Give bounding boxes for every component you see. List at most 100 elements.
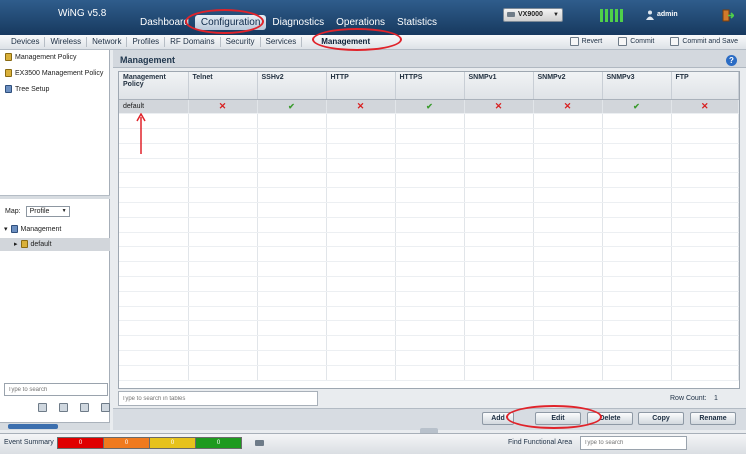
subnav-wireless[interactable]: Wireless: [45, 37, 88, 47]
empty-cell: [395, 232, 465, 248]
column-header[interactable]: SNMPv2: [533, 72, 603, 100]
column-header[interactable]: SNMPv1: [464, 72, 534, 100]
subnav-security[interactable]: Security: [221, 37, 261, 47]
nav-dashboard[interactable]: Dashboard: [134, 17, 195, 30]
user-name[interactable]: admin: [657, 11, 678, 18]
empty-cell: [602, 217, 672, 233]
empty-cell: [671, 291, 739, 307]
edit-button[interactable]: Edit: [535, 412, 581, 425]
find-functional-area-input[interactable]: [580, 436, 687, 450]
tree-item-ex3500-management-policy[interactable]: EX3500 Management Policy: [5, 69, 103, 77]
event-count-error[interactable]: 0: [103, 437, 150, 449]
add-button[interactable]: Add: [482, 412, 514, 425]
empty-cell: [671, 350, 739, 366]
subnav-services[interactable]: Services: [261, 37, 303, 47]
subnav-network[interactable]: Network: [87, 37, 128, 47]
app-title: WiNG v5.8: [58, 8, 107, 19]
empty-cell: [326, 276, 396, 292]
commit-button[interactable]: Commit: [618, 37, 654, 46]
column-header[interactable]: FTP: [671, 72, 739, 100]
empty-cell: [257, 217, 327, 233]
rename-button[interactable]: Rename: [690, 412, 736, 425]
copy-icon[interactable]: [80, 403, 89, 412]
revert-button[interactable]: Revert: [569, 37, 602, 46]
subnav-rf-domains[interactable]: RF Domains: [165, 37, 221, 47]
left-scrollbar[interactable]: [0, 422, 110, 430]
table-row: [119, 350, 739, 366]
map-tree-root[interactable]: ▾ Management: [4, 225, 61, 233]
commit-and-save-button[interactable]: Commit and Save: [670, 37, 738, 46]
empty-cell: [257, 232, 327, 248]
empty-cell: [395, 261, 465, 278]
system-status-indicator: [600, 9, 623, 22]
empty-cell: [533, 113, 603, 130]
main-nav: Dashboard Configuration Diagnostics Operati…: [134, 15, 443, 30]
table-row: [119, 158, 739, 174]
camera-icon[interactable]: [255, 440, 264, 446]
event-count-critical[interactable]: 0: [57, 437, 104, 449]
empty-cell: [533, 158, 603, 174]
table-row: [119, 128, 739, 144]
empty-cell: [671, 143, 739, 159]
table-row: [119, 232, 739, 248]
subnav-devices[interactable]: Devices: [6, 37, 46, 47]
column-header[interactable]: SSHv2: [257, 72, 327, 100]
empty-cell: [602, 365, 672, 381]
add-icon[interactable]: [38, 403, 47, 412]
empty-cell: [671, 276, 739, 292]
empty-cell: [395, 202, 465, 218]
table-row[interactable]: default ✕ ✔ ✕ ✔ ✕ ✕ ✔ ✕: [119, 99, 739, 115]
empty-cell: [395, 365, 465, 381]
nav-operations[interactable]: Operations: [330, 17, 391, 30]
rename-icon[interactable]: [101, 403, 110, 412]
empty-cell: [671, 232, 739, 248]
tree-item-tree-setup[interactable]: Tree Setup: [5, 85, 49, 93]
column-header[interactable]: Management Policy: [119, 72, 189, 100]
empty-cell: [119, 187, 189, 204]
column-header[interactable]: SNMPv3: [602, 72, 672, 100]
delete-icon[interactable]: [59, 403, 68, 412]
empty-cell: [464, 306, 534, 322]
panel-splitter[interactable]: [0, 195, 110, 199]
scroll-thumb[interactable]: [8, 424, 58, 429]
cross-icon: ✕: [563, 100, 572, 111]
nav-statistics[interactable]: Statistics: [391, 17, 443, 30]
empty-cell: [188, 350, 258, 366]
help-icon[interactable]: ?: [726, 55, 737, 66]
empty-cell: [326, 306, 396, 322]
tree-item-management-policy[interactable]: Management Policy: [5, 53, 76, 61]
column-header[interactable]: Telnet: [188, 72, 258, 100]
table-row: [119, 187, 739, 204]
table-search-input[interactable]: [118, 391, 318, 406]
empty-cell: [395, 187, 465, 204]
empty-cell: [326, 365, 396, 381]
nav-configuration[interactable]: Configuration: [194, 15, 267, 30]
cross-icon: ✕: [494, 100, 503, 111]
map-select[interactable]: Profile: [25, 206, 70, 217]
column-header[interactable]: HTTPS: [395, 72, 465, 100]
empty-cell: [188, 261, 258, 278]
device-select[interactable]: VX9000 ▼: [503, 8, 563, 22]
cross-icon: ✕: [700, 100, 709, 111]
empty-cell: [464, 172, 534, 189]
logout-icon[interactable]: [722, 9, 734, 22]
empty-cell: [188, 246, 258, 263]
empty-cell: [188, 335, 258, 352]
empty-cell: [671, 128, 739, 144]
empty-cell: [671, 335, 739, 352]
event-count-info[interactable]: 0: [195, 437, 242, 449]
policy-icon: [5, 53, 12, 61]
device-select-value: VX9000: [518, 11, 543, 18]
empty-cell: [464, 143, 534, 159]
empty-cell: [533, 291, 603, 307]
column-header[interactable]: HTTP: [326, 72, 396, 100]
copy-button[interactable]: Copy: [638, 412, 684, 425]
event-count-warning[interactable]: 0: [149, 437, 196, 449]
map-tree-child[interactable]: ▸ default: [14, 240, 52, 248]
delete-button[interactable]: Delete: [587, 412, 633, 425]
left-search-input[interactable]: [4, 383, 108, 396]
subnav-profiles[interactable]: Profiles: [127, 37, 166, 47]
nav-diagnostics[interactable]: Diagnostics: [266, 17, 330, 30]
subnav-management[interactable]: Management: [316, 37, 375, 47]
empty-cell: [257, 276, 327, 292]
